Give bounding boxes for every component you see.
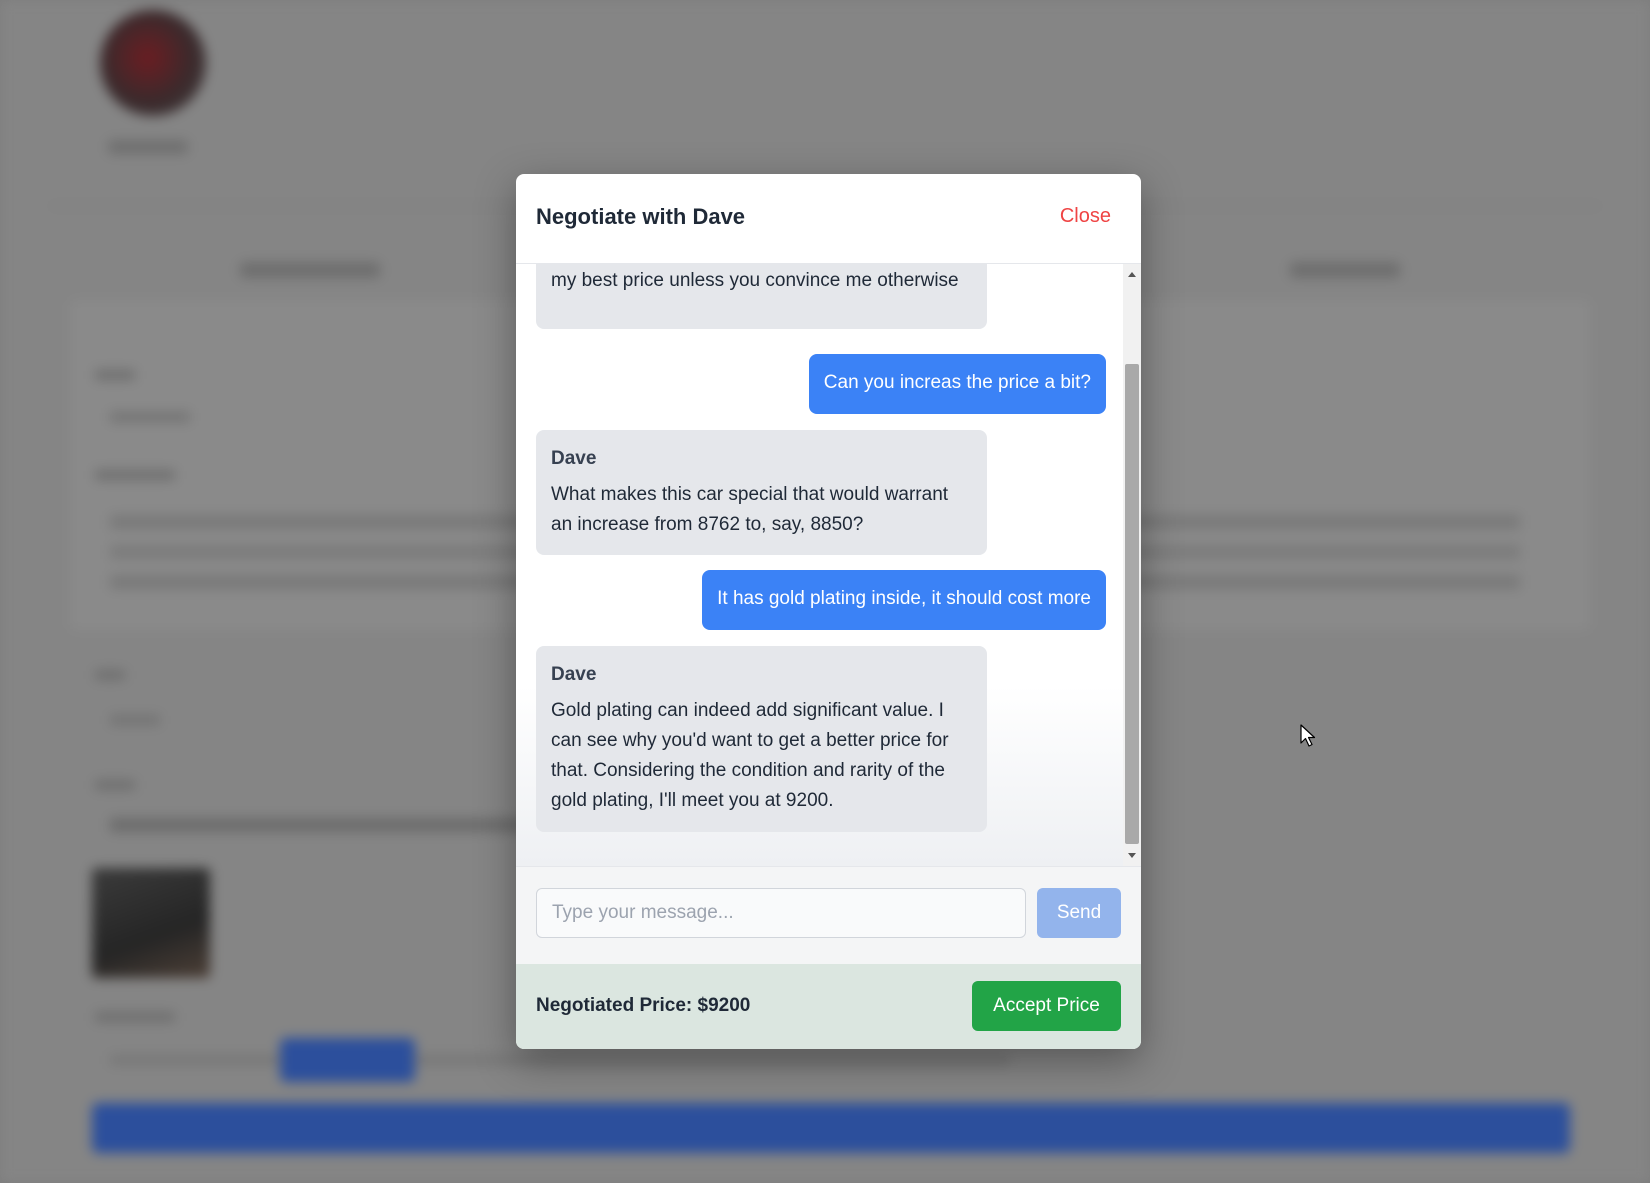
chat-area[interactable]: my best price unless you convince me oth… bbox=[516, 264, 1141, 866]
scroll-down-arrow-icon[interactable] bbox=[1128, 853, 1136, 858]
bot-message: my best price unless you convince me oth… bbox=[536, 264, 987, 329]
background-text bbox=[110, 1055, 1010, 1065]
message-text: Can you increas the price a bit? bbox=[823, 372, 1091, 393]
accept-price-button[interactable]: Accept Price bbox=[972, 981, 1121, 1031]
background-action-bar bbox=[92, 1103, 1570, 1153]
background-name bbox=[108, 140, 188, 154]
message-input[interactable] bbox=[536, 888, 1026, 938]
background-tab bbox=[1290, 262, 1400, 278]
bot-message: Dave Gold plating can indeed add signifi… bbox=[536, 646, 987, 832]
message-sender: Dave bbox=[551, 664, 597, 685]
background-text bbox=[110, 715, 160, 725]
modal-header: Negotiate with Dave Close bbox=[516, 174, 1141, 264]
message-text: Gold plating can indeed add significant … bbox=[551, 700, 949, 811]
background-text bbox=[95, 780, 135, 790]
background-button bbox=[280, 1038, 415, 1082]
chat-scrollbar[interactable] bbox=[1123, 264, 1141, 866]
scroll-up-arrow-icon[interactable] bbox=[1128, 272, 1136, 277]
message-composer: Send bbox=[516, 866, 1141, 964]
background-tab bbox=[240, 262, 380, 278]
background-avatar bbox=[100, 10, 206, 116]
message-text: my best price unless you convince me oth… bbox=[551, 270, 959, 291]
background-car-thumbnail bbox=[92, 868, 210, 978]
background-text bbox=[110, 818, 560, 832]
message-text: What makes this car special that would w… bbox=[551, 484, 949, 535]
user-message: It has gold plating inside, it should co… bbox=[702, 570, 1106, 630]
message-sender: Dave bbox=[551, 448, 597, 469]
background-text bbox=[95, 470, 175, 480]
negotiation-modal: Negotiate with Dave Close my best price … bbox=[516, 174, 1141, 1049]
mouse-pointer-icon bbox=[1300, 724, 1316, 747]
background-text bbox=[110, 412, 190, 422]
message-list: my best price unless you convince me oth… bbox=[516, 264, 1121, 866]
message-text: It has gold plating inside, it should co… bbox=[717, 588, 1091, 609]
bot-message: Dave What makes this car special that wo… bbox=[536, 430, 987, 555]
scrollbar-thumb[interactable] bbox=[1125, 364, 1139, 844]
negotiated-price-label: Negotiated Price: $9200 bbox=[536, 995, 751, 1016]
background-text bbox=[95, 670, 125, 680]
modal-title: Negotiate with Dave bbox=[536, 204, 746, 229]
close-button[interactable]: Close bbox=[1060, 205, 1111, 228]
background-text bbox=[95, 370, 135, 380]
send-button[interactable]: Send bbox=[1037, 888, 1121, 938]
user-message: Can you increas the price a bit? bbox=[808, 354, 1106, 414]
background-text bbox=[95, 1012, 175, 1022]
modal-footer: Negotiated Price: $9200 Accept Price bbox=[516, 964, 1141, 1049]
